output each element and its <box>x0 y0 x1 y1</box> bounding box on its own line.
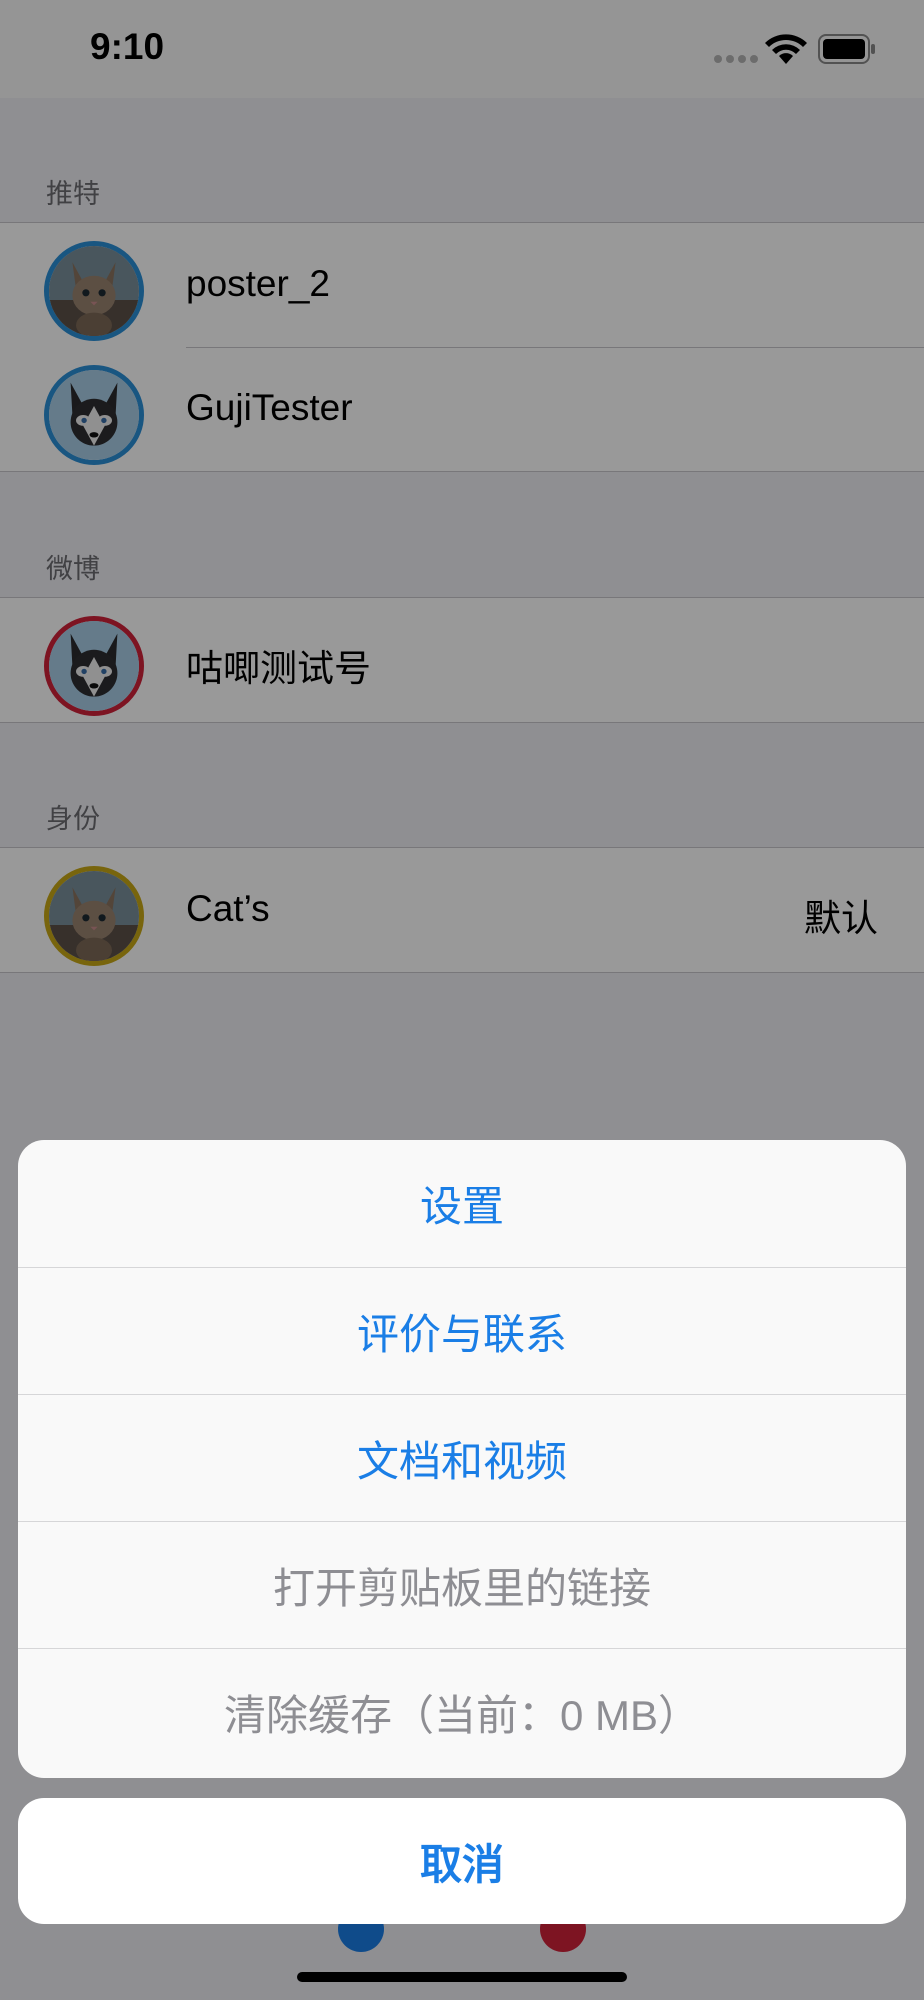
rate-and-contact-action[interactable]: 评价与联系 <box>18 1267 906 1394</box>
open-clipboard-link-action: 打开剪贴板里的链接 <box>18 1521 906 1648</box>
docs-and-videos-action[interactable]: 文档和视频 <box>18 1394 906 1521</box>
clear-cache-action: 清除缓存（当前：0 MB） <box>18 1648 906 1775</box>
cancel-button[interactable]: 取消 <box>18 1798 906 1924</box>
settings-action[interactable]: 设置 <box>18 1140 906 1267</box>
action-sheet: 设置 评价与联系 文档和视频 打开剪贴板里的链接 清除缓存（当前：0 MB） <box>18 1140 906 1778</box>
screen: 9:10 推特 poster_2 GujiTester 微博 咕唧测试号 身份 … <box>0 0 924 2000</box>
home-indicator[interactable] <box>297 1972 627 1982</box>
